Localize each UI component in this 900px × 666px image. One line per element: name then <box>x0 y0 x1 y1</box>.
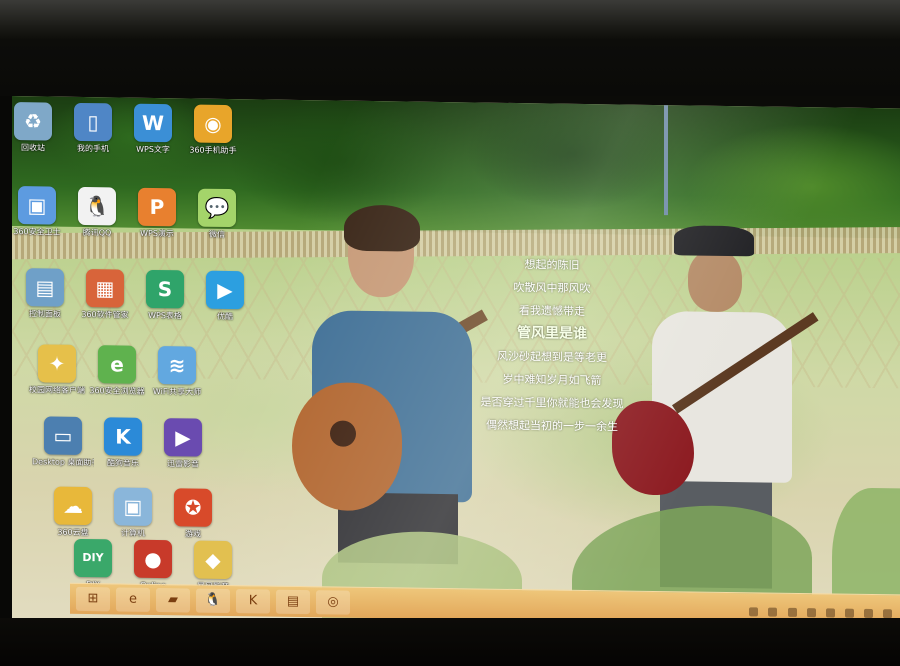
lyric-line: 看我遗憾带走 <box>519 304 585 319</box>
wps-spreadsheet-icon: S <box>146 269 184 309</box>
campus-network-icon: ✦ <box>38 344 76 383</box>
tray-network-icon[interactable] <box>749 607 759 617</box>
desktop-icon-wps-spreadsheet[interactable]: S WPS表格 <box>134 269 196 335</box>
desktop-icon-label: 360软件管家 <box>81 309 129 320</box>
360-software-manager-icon: ▦ <box>86 269 124 308</box>
explorer-icon: ▰ <box>168 592 178 608</box>
tray-battery-icon[interactable] <box>844 608 854 618</box>
desktop-icon-360-software-manager[interactable]: ▦ 360软件管家 <box>74 269 136 334</box>
youku-play-icon: ▶ <box>206 270 244 310</box>
desktop-icon-label: WPS表格 <box>148 310 182 321</box>
desktop-icon-recycle-bin[interactable]: ♻ 回收站 <box>12 102 64 167</box>
lyric-line: 吹散风中那风吹 <box>513 281 591 296</box>
online-game-icon: ● <box>134 539 172 579</box>
lyric-line: 岁中难知岁月如飞箭 <box>502 372 602 388</box>
desktop-icon-wps-writer[interactable]: W WPS文字 <box>122 103 184 169</box>
tray-volume-icon[interactable] <box>768 607 778 617</box>
recycle-bin-icon: ♻ <box>14 102 52 141</box>
360-phone-assistant-icon: ◉ <box>194 104 232 144</box>
desktop-icon-label: 微信 <box>209 229 225 239</box>
desktop-icon-desktop-assistant[interactable]: ▭ Desktop 桌面助手 <box>32 416 94 481</box>
desktop-icon-label: 迅雷影音 <box>167 459 199 469</box>
desktop-icon-label: 腾讯QQ <box>82 227 112 238</box>
desktop-icon-grid: ♻ 回收站 ▯ 我的手机 W WPS文字 ◉ 360手机助手 ▣ 360安全卫士… <box>12 102 272 591</box>
desktop-icon-label: 控制面板 <box>29 309 61 319</box>
desktop-lyrics[interactable]: 想起的陈旧 吹散风中那风吹 看我遗憾带走 管风里是谁 风沙砂起想到是等老更 岁中… <box>432 252 672 439</box>
tray-flag-icon[interactable] <box>863 608 873 619</box>
wps-presentation-icon: P <box>138 187 176 227</box>
lyric-line: 想起的陈旧 <box>524 258 580 272</box>
phone-icon: ▯ <box>74 102 112 142</box>
baofeng-player-icon: ◆ <box>194 540 232 580</box>
game-icon: ✪ <box>174 488 212 527</box>
folder-icon: ▤ <box>286 593 300 610</box>
desktop-icon-label: 我的手机 <box>77 143 109 154</box>
cloud-icon: ☁ <box>54 486 92 526</box>
desktop-icon-my-phone[interactable]: ▯ 我的手机 <box>62 102 124 168</box>
desktop-icon-label: 360安全卫士 <box>13 227 61 237</box>
lyric-line: 偶然想起当初的一步一余生 <box>486 418 618 434</box>
desktop-icon-campus-network[interactable]: ✦ 校园网络客户端 <box>26 344 88 409</box>
taskbar-ie-button[interactable]: e <box>116 587 150 612</box>
desktop-icon-label: Desktop 桌面助手 <box>32 457 94 468</box>
desktop-screen: 想起的陈旧 吹散风中那风吹 看我遗憾带走 管风里是谁 风沙砂起想到是等老更 岁中… <box>12 96 900 635</box>
desktop-assistant-icon: ▭ <box>44 416 82 455</box>
wifi-icon: ≋ <box>158 346 196 385</box>
desktop-icon-label: 回收站 <box>21 143 45 153</box>
tray-show-desktop-icon[interactable] <box>883 609 892 619</box>
kugou-icon: K <box>104 417 142 456</box>
diy-icon: DIY <box>74 538 112 578</box>
360-browser-icon: e <box>98 345 136 384</box>
windows-logo-icon: ⊞ <box>87 591 99 607</box>
tray-360-icon[interactable] <box>787 607 797 617</box>
taskbar-browser-button[interactable]: ◎ <box>316 590 350 615</box>
360-security-icon: ▣ <box>18 186 56 225</box>
wechat-icon: 💬 <box>198 188 236 228</box>
desktop-icon-wechat[interactable]: 💬 微信 <box>186 188 248 253</box>
desktop-icon-kugou[interactable]: K 酷狗音乐 <box>92 417 154 482</box>
monitor-bezel-bottom <box>0 618 900 666</box>
wps-writer-icon: W <box>134 103 172 143</box>
browser-icon: ◎ <box>327 594 339 610</box>
xunlei-player-icon: ▶ <box>164 418 202 457</box>
ie-icon: e <box>129 591 137 607</box>
desktop-icon-wps-presentation[interactable]: P WPS演示 <box>126 187 188 253</box>
qq-penguin-icon: 🐧 <box>78 186 116 226</box>
tray-input-method-icon[interactable] <box>825 608 835 618</box>
desktop-icon-xunlei-player[interactable]: ▶ 迅雷影音 <box>152 418 214 483</box>
qq-penguin-icon: 🐧 <box>204 592 222 608</box>
desktop-icon-360-phone-assistant[interactable]: ◉ 360手机助手 <box>182 104 244 169</box>
desktop-icon-360-security[interactable]: ▣ 360安全卫士 <box>12 186 68 251</box>
control-panel-icon: ▤ <box>26 268 64 307</box>
desktop-icon-wifi-share[interactable]: ≋ WiFi共享大师 <box>146 346 208 411</box>
desktop-icon-label: 优酷 <box>217 311 233 322</box>
desktop-icon-label: 校园网络客户端 <box>29 385 85 396</box>
desktop-icon-label: 游戏 <box>185 529 201 539</box>
desktop-icon-label: WPS演示 <box>140 228 174 239</box>
desktop-icon-label: 360安全浏览器 <box>89 386 145 396</box>
taskbar-folder-button[interactable]: ▤ <box>276 589 310 615</box>
monitor-bezel-top <box>0 0 900 96</box>
desktop-icon-label: WPS文字 <box>136 144 170 155</box>
lyric-line: 风沙砂起想到是等老更 <box>497 349 607 365</box>
start-button[interactable]: ⊞ <box>76 586 110 612</box>
desktop-icon-label: 360手机助手 <box>189 145 237 156</box>
desktop-icon-label: 酷狗音乐 <box>107 458 139 468</box>
desktop-icon-qq[interactable]: 🐧 腾讯QQ <box>66 186 128 252</box>
tray-qq-icon[interactable] <box>806 608 816 618</box>
desktop-icon-label: WiFi共享大师 <box>152 386 202 397</box>
desktop-icon-label: 计算机 <box>121 528 145 538</box>
kugou-icon: K <box>248 593 258 609</box>
desktop-icon-360-browser[interactable]: e 360安全浏览器 <box>86 345 148 410</box>
desktop-icon-control-panel[interactable]: ▤ 控制面板 <box>14 268 76 333</box>
computer-icon: ▣ <box>114 487 152 526</box>
taskbar-explorer-button[interactable]: ▰ <box>156 588 190 613</box>
desktop-icon-youku[interactable]: ▶ 优酷 <box>194 270 256 336</box>
lyric-line-current: 管风里是谁 <box>517 325 587 343</box>
desktop-icon-label: 360云盘 <box>57 527 89 538</box>
lyric-line: 是否穿过千里你就能也会发现 <box>480 395 624 411</box>
taskbar-kugou-button[interactable]: K <box>236 589 270 614</box>
system-tray[interactable] <box>744 601 892 619</box>
taskbar-qq-button[interactable]: 🐧 <box>196 588 230 614</box>
